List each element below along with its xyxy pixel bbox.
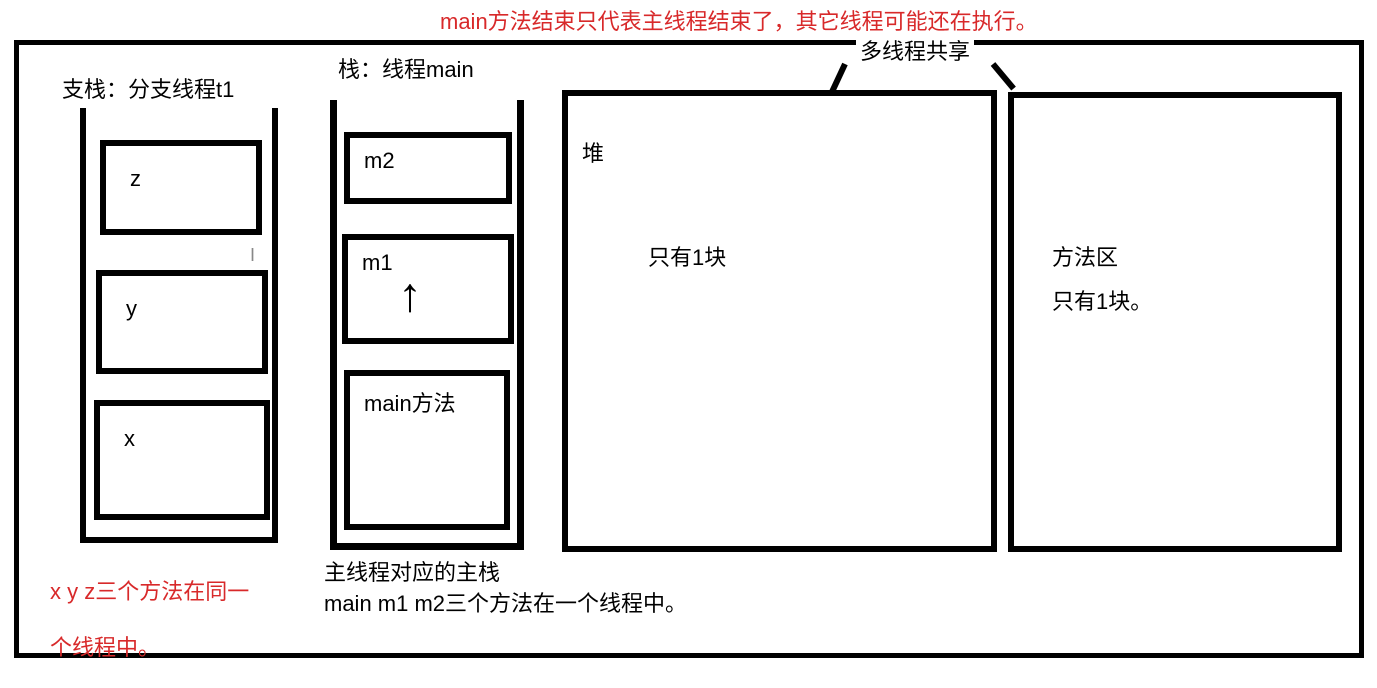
- stack2-title: 栈：线程main: [338, 52, 474, 84]
- stack1-footnote-line1: x y z三个方法在同一: [50, 574, 249, 606]
- stack2-footnote-line1: 主线程对应的主栈: [324, 558, 687, 589]
- stack2-footnote: 主线程对应的主栈 main m1 m2三个方法在一个线程中。: [324, 558, 687, 620]
- stack2-footnote-line2: main m1 m2三个方法在一个线程中。: [324, 589, 687, 620]
- method-area-label: 方法区: [1052, 240, 1118, 272]
- stack2-frame-main: main方法: [344, 370, 510, 530]
- text-cursor-icon: I: [250, 245, 255, 266]
- shared-label: 多线程共享: [856, 34, 974, 66]
- heap-text: 只有1块: [648, 240, 726, 272]
- stack1-frame-x: x: [94, 400, 270, 520]
- stack1-frame-y: y: [96, 270, 268, 374]
- top-annotation: main方法结束只代表主线程结束了，其它线程可能还在执行。: [440, 4, 1038, 36]
- method-area-text: 只有1块。: [1052, 284, 1152, 316]
- heap-label: 堆: [582, 136, 604, 168]
- stack1-frame-z: z: [100, 140, 262, 235]
- method-area-box: [1008, 92, 1342, 552]
- arrow-up-icon: ↑: [398, 272, 422, 320]
- stack2-frame-m2: m2: [344, 132, 512, 204]
- heap-box: [562, 90, 997, 552]
- stack1-title: 支栈：分支线程t1: [62, 72, 234, 104]
- stack2-frame-m1: m1: [342, 234, 514, 344]
- stack1-footnote-line2: 个线程中。: [50, 630, 160, 662]
